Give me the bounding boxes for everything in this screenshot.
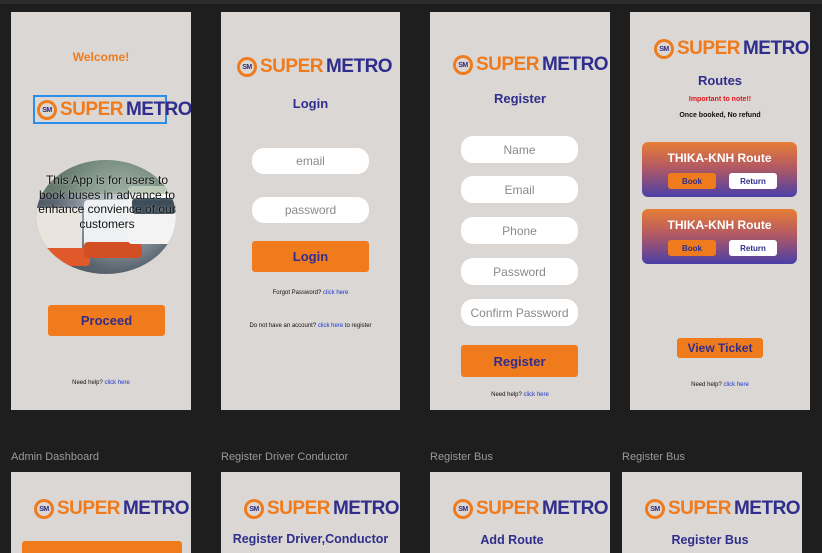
route-name: THIKA-KNH Route <box>667 151 772 165</box>
help-link[interactable]: click here <box>105 380 130 386</box>
register-screen: SM SUPER METRO Register Name Email Phone… <box>430 12 610 410</box>
logo: SM SUPER METRO <box>654 38 810 60</box>
help-link[interactable]: click here <box>724 382 749 388</box>
register-link[interactable]: click here <box>318 323 343 329</box>
logo-badge-icon: SM <box>654 39 674 59</box>
book-button[interactable]: Book <box>668 240 716 256</box>
login-screen: SM SUPER METRO Login email password Logi… <box>221 12 400 410</box>
forgot-password-link[interactable]: click here <box>323 290 348 296</box>
important-note: Important to note!! <box>688 96 752 103</box>
logo-badge-icon: SM <box>37 100 57 120</box>
return-button[interactable]: Return <box>729 240 777 256</box>
frame-label-admin[interactable]: Admin Dashboard <box>11 451 99 463</box>
dashboard-button[interactable] <box>22 541 182 553</box>
help-line: Need help? click here <box>72 380 130 386</box>
logo: SM SUPER METRO <box>244 498 400 520</box>
help-line: Need help? click here <box>491 392 549 398</box>
routes-screen: SM SUPER METRO Routes Important to note!… <box>630 12 810 410</box>
proceed-button[interactable]: Proceed <box>48 305 165 336</box>
register-prompt-line: Do not have an account? click here to re… <box>249 323 372 329</box>
frame-label-driver[interactable]: Register Driver Conductor <box>221 451 348 463</box>
logo-badge-icon: SM <box>34 499 54 519</box>
logo: SM SUPER METRO <box>37 99 191 121</box>
frame-label-bus-2[interactable]: Register Bus <box>622 451 685 463</box>
login-button[interactable]: Login <box>252 241 369 272</box>
route-card: THIKA-KNH Route Book Return <box>642 209 797 264</box>
password-input[interactable]: Password <box>461 258 578 285</box>
return-button[interactable]: Return <box>729 173 777 189</box>
register-title: Register <box>493 91 547 106</box>
email-input[interactable]: Email <box>461 176 578 203</box>
register-driver-title: Register Driver,Conductor <box>232 532 389 546</box>
login-title: Login <box>292 96 329 111</box>
logo: SM SUPER METRO <box>237 56 393 78</box>
app-description: This App is for users to book buses in a… <box>38 173 176 231</box>
register-button[interactable]: Register <box>461 345 578 377</box>
admin-dashboard-screen: SM SUPER METRO <box>11 472 191 553</box>
welcome-screen: Welcome! SM SUPER METRO This App is for … <box>11 12 191 410</box>
logo-badge-icon: SM <box>453 499 473 519</box>
canvas-top-bar <box>0 0 822 4</box>
forgot-password-line: Forgot Password? click here <box>272 290 349 296</box>
logo-badge-icon: SM <box>237 57 257 77</box>
register-driver-screen: SM SUPER METRO Register Driver,Conductor <box>221 472 400 553</box>
help-line: Need help? click here <box>691 382 749 388</box>
password-input[interactable]: password <box>252 197 369 223</box>
logo: SM SUPER METRO <box>453 498 609 520</box>
add-route-screen: SM SUPER METRO Add Route <box>430 472 610 553</box>
phone-input[interactable]: Phone <box>461 217 578 244</box>
name-input[interactable]: Name <box>461 136 578 163</box>
logo-badge-icon: SM <box>453 55 473 75</box>
logo-badge-icon: SM <box>244 499 264 519</box>
no-refund-note: Once booked, No refund <box>679 112 761 119</box>
view-ticket-button[interactable]: View Ticket <box>677 338 763 358</box>
route-card: THIKA-KNH Route Book Return <box>642 142 797 197</box>
register-bus-title: Register Bus <box>671 533 749 547</box>
route-name: THIKA-KNH Route <box>667 218 772 232</box>
confirm-password-input[interactable]: Confirm Password <box>461 299 578 326</box>
book-button[interactable]: Book <box>668 173 716 189</box>
logo: SM SUPER METRO <box>34 498 190 520</box>
email-input[interactable]: email <box>252 148 369 174</box>
logo: SM SUPER METRO <box>453 54 609 76</box>
logo: SM SUPER METRO <box>645 498 801 520</box>
help-link[interactable]: click here <box>524 392 549 398</box>
register-bus-screen: SM SUPER METRO Register Bus <box>622 472 802 553</box>
routes-title: Routes <box>697 73 743 88</box>
frame-label-bus-1[interactable]: Register Bus <box>430 451 493 463</box>
add-route-title: Add Route <box>480 533 544 547</box>
welcome-heading: Welcome! <box>72 50 130 64</box>
logo-badge-icon: SM <box>645 499 665 519</box>
